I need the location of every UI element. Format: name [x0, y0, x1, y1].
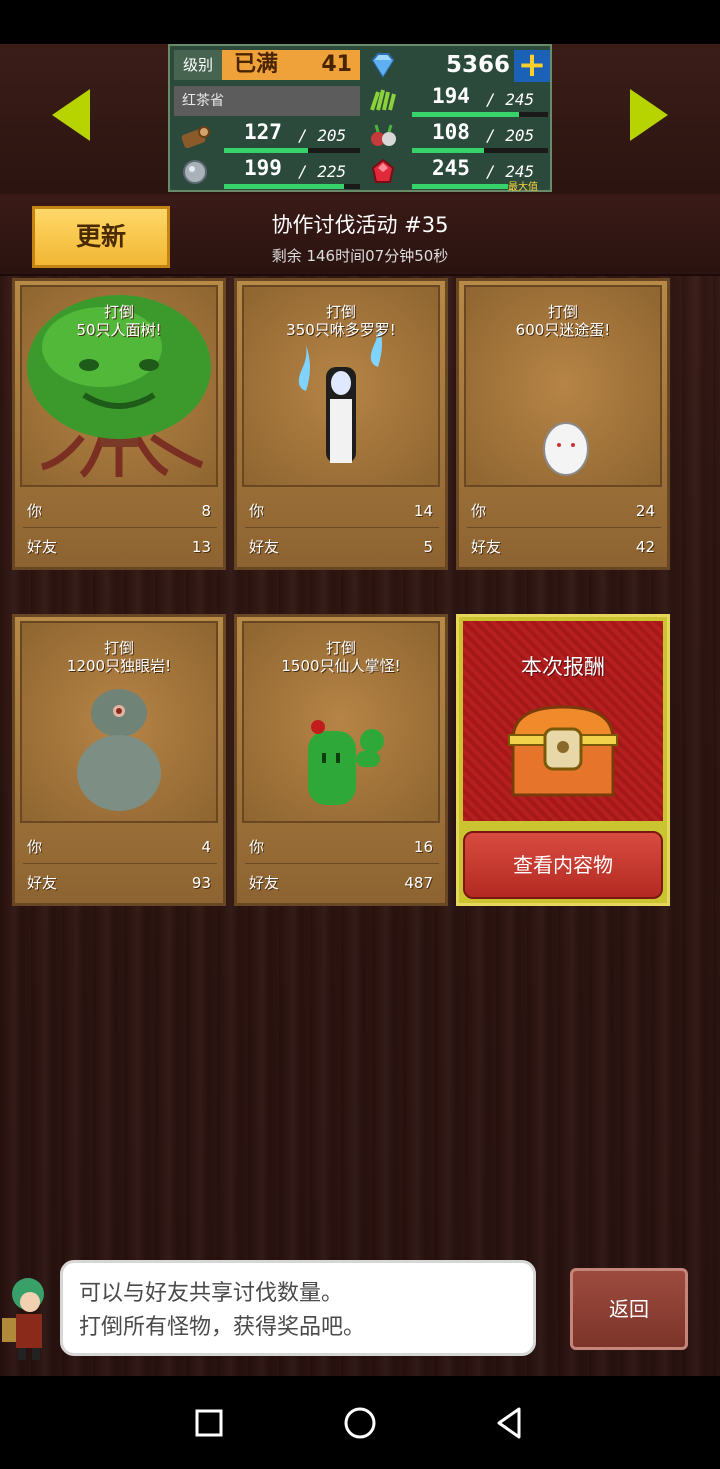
card-you-row: 你4 [23, 831, 217, 864]
quest-card-rock[interactable]: 打倒 1200只独眼岩! 你4 好友 93 [12, 614, 226, 906]
card-friends-row: 好友 93 [27, 874, 211, 892]
quest-card-ghost[interactable]: 打倒 350只咻多罗罗! 你 14 好友 5 [234, 278, 448, 570]
ore-stone-icon [183, 160, 207, 184]
card-friends-row: 好友 5 [249, 538, 433, 556]
system-nav-bar [0, 1376, 720, 1469]
back-button[interactable]: 返回 [570, 1268, 688, 1350]
card-you-row: 你 14 [245, 495, 439, 528]
card-objective: 打倒 50只人面树! [76, 303, 162, 339]
reward-panel: 本次报酬 [463, 621, 663, 821]
card-friends-row: 好友 42 [471, 538, 655, 556]
herb-current: 194 [432, 84, 470, 108]
guide-character-avatar [2, 1278, 44, 1360]
card-objective: 打倒 350只咻多罗罗! [286, 303, 396, 339]
recent-apps-icon[interactable] [186, 1400, 232, 1446]
card-you-row: 你 16 [245, 831, 439, 864]
vegetable-bar [412, 148, 548, 153]
next-arrow-icon[interactable] [630, 89, 668, 141]
event-title: 协作讨伐活动 #35 [271, 213, 449, 237]
quest-card-cactus[interactable]: 打倒 1500只仙人掌怪! 你 16 好友 487 [234, 614, 448, 906]
ruby-bar [412, 184, 508, 189]
ruby-gem-icon [371, 158, 395, 183]
region-name: 红茶省 [174, 86, 360, 116]
level-value: 41 [290, 50, 360, 80]
wood-bar [224, 148, 360, 153]
herb-max: / 245 [486, 90, 535, 109]
herb-icon [370, 89, 396, 111]
card-friends-row: 好友 13 [27, 538, 211, 556]
home-icon[interactable] [337, 1400, 383, 1446]
card-objective: 打倒 1500只仙人掌怪! [281, 639, 401, 675]
view-contents-button[interactable]: 查看内容物 [463, 831, 663, 899]
quest-card-egg[interactable]: 打倒 600只迷途蛋! 你 24 好友 42 [456, 278, 670, 570]
treasure-chest-icon [508, 705, 618, 797]
reward-title: 本次报酬 [521, 655, 605, 679]
update-button[interactable]: 更新 [32, 206, 170, 268]
card-objective: 打倒 1200只独眼岩! [66, 639, 172, 675]
reward-card: 本次报酬 查看内容物 [456, 614, 670, 906]
level-label: 级别 [174, 50, 222, 80]
vegetable-max: / 205 [486, 126, 535, 145]
hint-line-1: 可以与好友共享讨伐数量。 [79, 1281, 344, 1306]
gem-count: 5366 [445, 52, 510, 78]
card-objective: 打倒 600只迷途蛋! [515, 303, 611, 339]
card-you-row: 你8 [23, 495, 217, 528]
diamond-icon [371, 53, 395, 78]
back-nav-icon[interactable] [487, 1400, 533, 1446]
vegetable-current: 108 [432, 120, 470, 144]
max-tag: 最大值 [508, 182, 538, 193]
player-status-panel: 级别 已满 41 红茶省 5366 + 127 / 205 199 / 225 … [168, 44, 552, 193]
prev-arrow-icon[interactable] [52, 89, 90, 141]
event-time-remaining: 剩余 146时间07分钟50秒 [271, 247, 449, 265]
wood-current: 127 [244, 120, 282, 144]
ruby-current: 245 [432, 156, 470, 180]
herb-bar [412, 112, 548, 117]
hud: 级别 已满 41 红茶省 5366 + 127 / 205 199 / 225 … [0, 44, 720, 194]
quest-card-tree[interactable]: 打倒 50只人面树! 你8 好友 13 [12, 278, 226, 570]
card-you-row: 你 24 [467, 495, 661, 528]
ore-max: / 225 [298, 162, 347, 181]
hint-line-2: 打倒所有怪物，获得奖品吧。 [79, 1315, 366, 1340]
vegetable-icon [371, 124, 396, 146]
hint-dialog: 可以与好友共享讨伐数量。 打倒所有怪物，获得奖品吧。 [60, 1260, 536, 1356]
card-friends-row: 好友 487 [249, 874, 433, 892]
level-max-badge: 已满 [222, 50, 290, 80]
ore-bar [224, 184, 360, 189]
add-gems-button[interactable]: + [514, 48, 550, 82]
wood-log-icon [181, 126, 210, 149]
wood-max: / 205 [298, 126, 347, 145]
ore-current: 199 [244, 156, 282, 180]
status-bar [0, 0, 720, 44]
game-screen: 级别 已满 41 红茶省 5366 + 127 / 205 199 / 225 … [0, 44, 720, 1376]
